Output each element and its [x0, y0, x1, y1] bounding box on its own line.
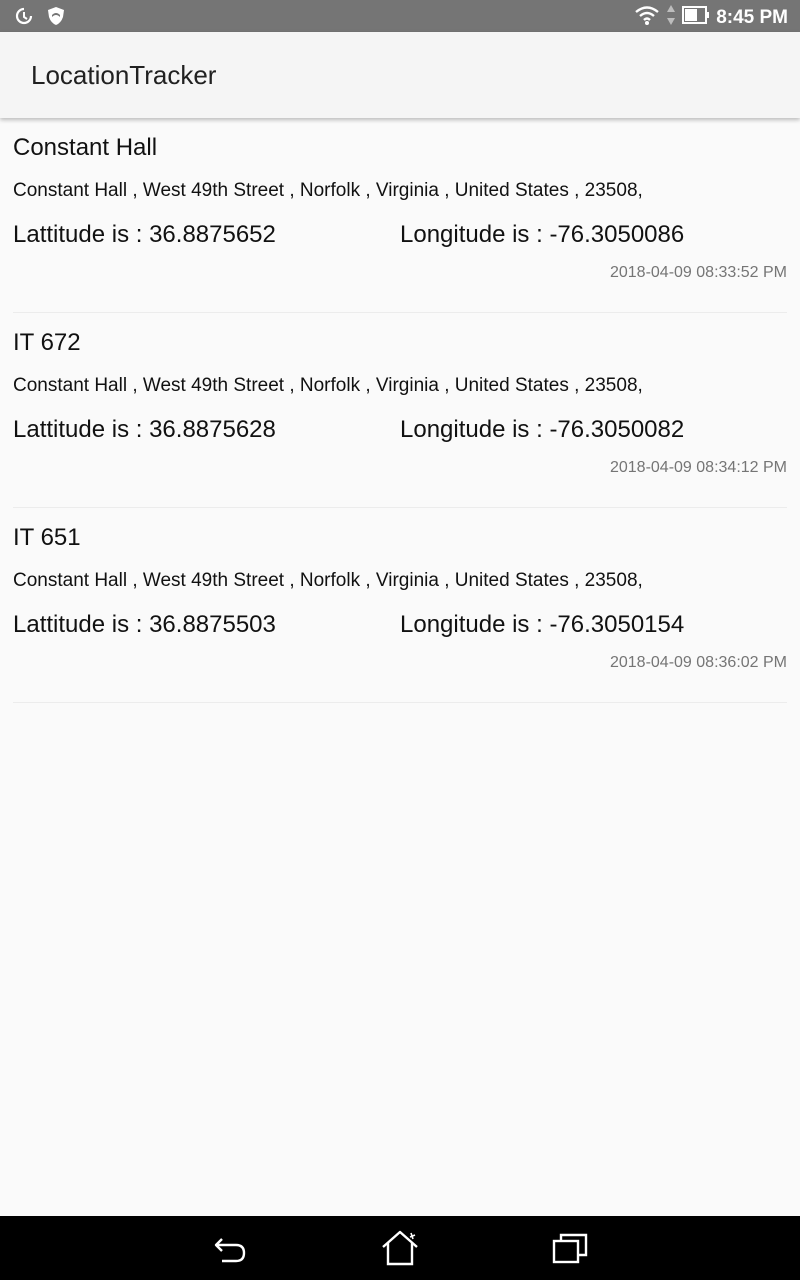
location-timestamp: 2018-04-09 08:34:12 PM [609, 459, 787, 476]
wifi-icon [634, 4, 660, 31]
navigation-bar [0, 1216, 800, 1280]
location-address: Constant Hall , West 49th Street , Norfo… [13, 375, 643, 396]
sync-icon [14, 6, 34, 31]
location-list: Constant Hall Constant Hall , West 49th … [0, 118, 800, 703]
status-time: 8:45 PM [716, 6, 788, 28]
data-arrows-icon [666, 4, 676, 31]
location-latitude: Lattitude is : 36.8875652 [13, 221, 276, 248]
location-name: IT 672 [13, 329, 81, 356]
shield-icon [46, 6, 66, 31]
location-name: IT 651 [13, 524, 81, 551]
recents-icon[interactable] [550, 1228, 590, 1268]
location-latitude: Lattitude is : 36.8875503 [13, 611, 276, 638]
location-list-item[interactable]: Constant Hall Constant Hall , West 49th … [13, 118, 787, 313]
home-icon[interactable] [380, 1228, 420, 1268]
app-title: LocationTracker [31, 60, 217, 90]
location-timestamp: 2018-04-09 08:33:52 PM [609, 264, 787, 281]
location-name: Constant Hall [13, 134, 158, 161]
location-longitude: Longitude is : -76.3050154 [400, 611, 685, 638]
battery-icon [682, 5, 710, 30]
back-icon[interactable] [210, 1228, 250, 1268]
location-longitude: Longitude is : -76.3050082 [400, 416, 685, 443]
location-list-item[interactable]: IT 651 Constant Hall , West 49th Street … [13, 508, 787, 703]
location-timestamp: 2018-04-09 08:36:02 PM [609, 654, 787, 671]
location-longitude: Longitude is : -76.3050086 [400, 221, 685, 248]
location-address: Constant Hall , West 49th Street , Norfo… [13, 570, 643, 591]
location-latitude: Lattitude is : 36.8875628 [13, 416, 276, 443]
location-address: Constant Hall , West 49th Street , Norfo… [13, 180, 643, 201]
location-list-item[interactable]: IT 672 Constant Hall , West 49th Street … [13, 313, 787, 508]
app-bar: LocationTracker [0, 32, 800, 118]
status-bar: 8:45 PM [0, 0, 800, 32]
